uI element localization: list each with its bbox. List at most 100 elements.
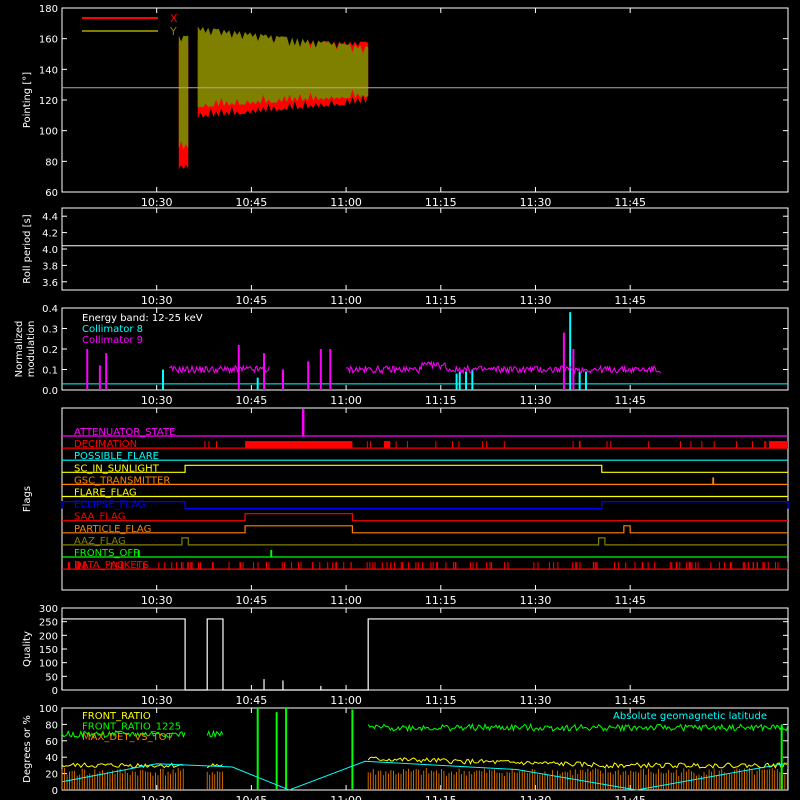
y-tick-label: 0.1: [42, 366, 58, 377]
flag-blip: [383, 441, 391, 449]
flag-trace: [62, 537, 788, 546]
x-tick-label: 11:45: [614, 794, 646, 800]
x-tick-label: 11:30: [520, 294, 552, 307]
flag-label: AAZ_FLAG: [74, 536, 126, 547]
flag-label: SC_IN_SUNLIGHT: [74, 463, 160, 474]
x-tick-label: 10:45: [236, 196, 268, 209]
legend-label: X: [170, 12, 178, 25]
y-tick-label: 0: [52, 786, 58, 797]
y-tick-label: 0.0: [42, 386, 58, 397]
x-tick-label: 10:30: [141, 294, 173, 307]
y-tick-label: 120: [39, 96, 58, 107]
y-tick-label: 50: [45, 672, 58, 683]
y-tick-label: 140: [39, 65, 58, 76]
geomagnetic-latitude-label: Absolute geomagnetic latitude: [613, 711, 767, 722]
x-tick-label: 10:45: [236, 794, 268, 800]
x-tick-label: 11:30: [520, 594, 552, 607]
y-tick-label: 0.2: [42, 345, 58, 356]
legend-label: FRONT_RATIO_1225: [82, 722, 181, 733]
y-tick-label: 60: [45, 188, 58, 199]
y-axis-label: Degrees or %: [22, 715, 33, 783]
y-tick-label: 0.4: [42, 304, 58, 315]
x-tick-label: 11:30: [520, 196, 552, 209]
y-tick-label: 300: [39, 604, 58, 615]
flag-label: ATTENUATOR_STATE: [74, 427, 175, 438]
y-tick-label: 4.4: [42, 212, 58, 223]
y-axis-label: modulation: [26, 321, 37, 378]
x-tick-label: 11:00: [330, 594, 362, 607]
flag-label: POSSIBLE_FLARE: [74, 451, 159, 462]
legend-label: MAX_DET_VS_TOT: [82, 732, 174, 743]
x-tick-label: 11:45: [614, 394, 646, 407]
y-tick-label: 3.6: [42, 278, 58, 289]
x-tick-label: 10:30: [141, 794, 173, 800]
flag-blip: [301, 409, 305, 436]
flag-label: FLARE_FLAG: [74, 488, 137, 499]
y-tick-label: 160: [39, 35, 58, 46]
legend-label: Energy band: 12-25 keV: [82, 313, 203, 324]
x-tick-label: 11:15: [425, 394, 457, 407]
flag-trace: [62, 464, 788, 473]
y-tick-label: 100: [39, 659, 58, 670]
x-tick-label: 10:45: [236, 594, 268, 607]
x-tick-label: 11:30: [520, 394, 552, 407]
y-tick-label: 100: [39, 704, 58, 715]
y-axis-label: Pointing [°]: [22, 72, 33, 128]
collimator-9-trace: [345, 360, 662, 375]
flag-blip: [712, 477, 715, 485]
flag-blip: [769, 441, 788, 449]
flag-trace: [62, 513, 788, 522]
x-tick-label: 11:15: [425, 294, 457, 307]
y-tick-label: 150: [39, 645, 58, 656]
x-tick-label: 11:45: [614, 196, 646, 209]
x-tick-label: 11:00: [330, 794, 362, 800]
roll-frame: [61, 207, 789, 291]
y-tick-label: 3.8: [42, 261, 58, 272]
flag-trace: [61, 501, 789, 510]
x-tick-label: 11:15: [425, 196, 457, 209]
x-tick-label: 11:15: [425, 594, 457, 607]
x-tick-label: 10:45: [236, 694, 268, 707]
x-tick-label: 10:30: [141, 694, 173, 707]
flag-label: DECIMATION: [74, 439, 137, 450]
y-tick-label: 80: [45, 720, 58, 731]
y-axis-label: Flags: [22, 486, 33, 512]
legend-label: FRONT_RATIO: [82, 711, 151, 722]
x-tick-label: 10:45: [236, 294, 268, 307]
x-tick-label: 11:00: [330, 394, 362, 407]
flag-label: DATA_PACKETS: [74, 560, 149, 571]
x-tick-label: 11:00: [330, 294, 362, 307]
x-tick-label: 11:45: [614, 694, 646, 707]
y-tick-label: 180: [39, 4, 58, 15]
y-tick-label: 250: [39, 618, 58, 629]
y-tick-label: 0: [52, 686, 58, 697]
x-tick-label: 10:30: [141, 394, 173, 407]
y-tick-label: 4.0: [42, 245, 58, 256]
flag-trace: [62, 525, 788, 534]
pointing-y-band: [197, 26, 369, 108]
x-tick-label: 11:45: [614, 294, 646, 307]
flag-label: ECLIPSE_FLAG: [74, 500, 145, 511]
y-tick-label: 200: [39, 631, 58, 642]
y-axis-label: Normalized: [14, 321, 25, 378]
flag-label: FRONTS_OFF: [74, 548, 139, 559]
x-tick-label: 11:00: [330, 196, 362, 209]
x-tick-label: 11:30: [520, 794, 552, 800]
y-tick-label: 80: [45, 157, 58, 168]
legend-label: Collimator 9: [82, 335, 143, 346]
x-tick-label: 11:00: [330, 694, 362, 707]
x-tick-label: 11:45: [614, 594, 646, 607]
y-tick-label: 20: [45, 770, 58, 781]
roll-panel: [61, 207, 789, 291]
flag-label: SAA_FLAG: [74, 512, 125, 523]
front-ratio-trace: [367, 756, 788, 769]
flag-label: GSC_TRANSMITTER: [74, 475, 170, 486]
legend-label: Y: [169, 25, 177, 38]
x-tick-label: 10:30: [141, 594, 173, 607]
x-tick-label: 11:30: [520, 694, 552, 707]
y-tick-label: 0.3: [42, 325, 58, 336]
x-tick-label: 11:15: [425, 694, 457, 707]
pointing-y-band: [178, 35, 189, 150]
x-tick-label: 11:15: [425, 794, 457, 800]
flag-label: PARTICLE_FLAG: [74, 524, 151, 535]
